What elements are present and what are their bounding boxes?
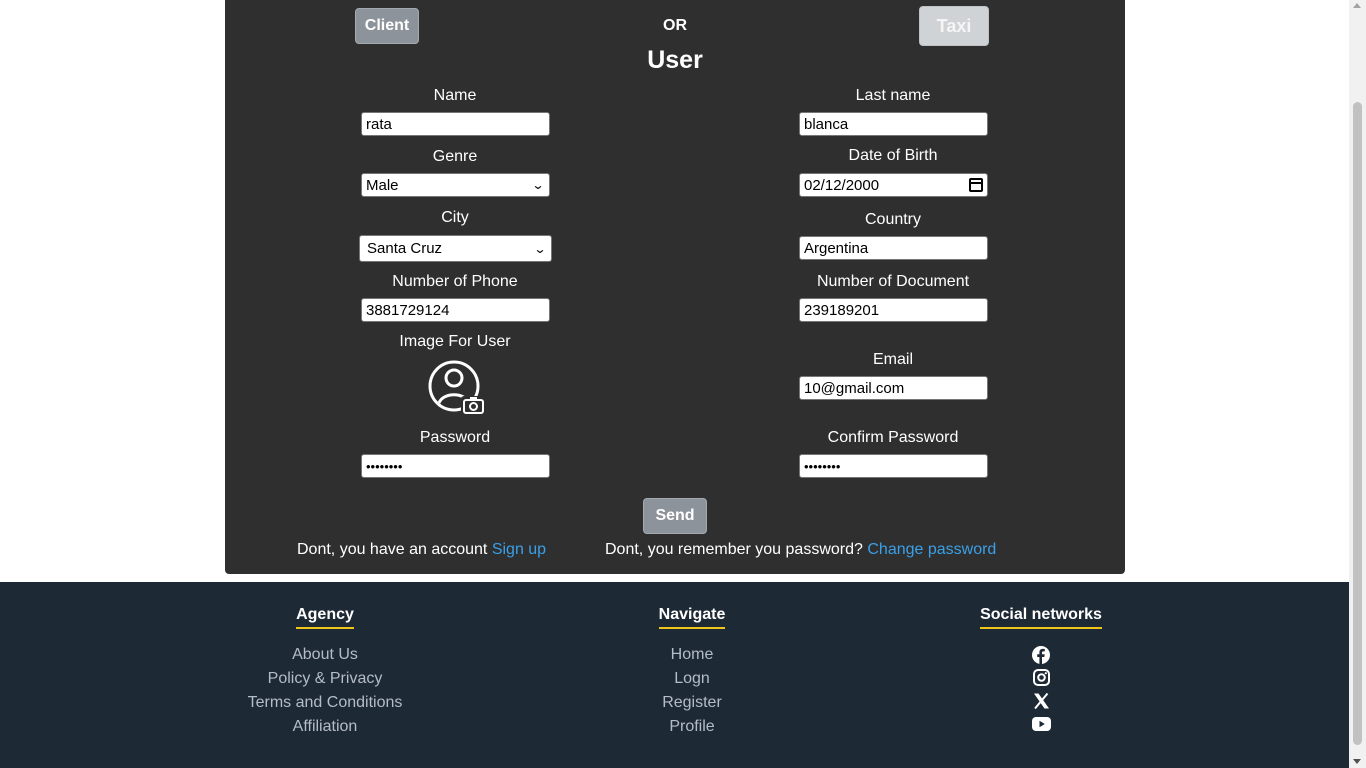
footer-link-about[interactable]: About Us xyxy=(195,643,455,667)
country-label: Country xyxy=(864,211,922,228)
name-value: rata xyxy=(366,115,392,133)
form-title: User xyxy=(647,46,703,74)
document-label: Number of Document xyxy=(816,273,970,290)
footer-navigate: Navigate Home Logn Register Profile xyxy=(562,606,822,739)
dob-input[interactable]: 02/12/2000 xyxy=(799,173,988,197)
x-icon[interactable] xyxy=(911,689,1171,712)
page: Client OR Taxi User Name rata Last name … xyxy=(0,0,1349,768)
document-value: 239189201 xyxy=(804,301,880,319)
facebook-icon[interactable] xyxy=(911,643,1171,666)
confirm-password-input[interactable]: •••••••• xyxy=(799,454,988,478)
scroll-up-icon[interactable] xyxy=(1353,3,1361,8)
image-label: Image For User xyxy=(399,333,511,350)
send-button[interactable]: Send xyxy=(643,498,707,534)
phone-label: Number of Phone xyxy=(392,273,518,290)
footer-agency-title: Agency xyxy=(296,606,354,629)
genre-value: Male xyxy=(366,176,399,194)
email-value: 10@gmail.com xyxy=(804,379,905,397)
name-input[interactable]: rata xyxy=(361,112,550,136)
last-name-input[interactable]: blanca xyxy=(799,112,988,136)
chevron-down-icon: ⌄ xyxy=(533,241,547,256)
footer-link-affiliation[interactable]: Affiliation xyxy=(195,715,455,739)
scrollbar[interactable] xyxy=(1349,0,1366,768)
city-label: City xyxy=(441,209,469,226)
scrollbar-thumb[interactable] xyxy=(1353,102,1362,745)
footer-link-profile[interactable]: Profile xyxy=(562,715,822,739)
dob-label: Date of Birth xyxy=(848,147,938,164)
footer: Agency About Us Policy & Privacy Terms a… xyxy=(0,582,1349,768)
register-card: Client OR Taxi User Name rata Last name … xyxy=(225,0,1125,574)
confirm-password-value: •••••••• xyxy=(804,458,841,474)
dob-value: 02/12/2000 xyxy=(804,176,880,194)
footer-social-title: Social networks xyxy=(980,606,1102,629)
youtube-icon[interactable] xyxy=(911,712,1171,735)
scroll-down-icon[interactable] xyxy=(1353,759,1361,764)
password-label: Password xyxy=(419,429,491,446)
last-name-label: Last name xyxy=(855,87,931,104)
footer-link-register[interactable]: Register xyxy=(562,691,822,715)
instagram-icon[interactable] xyxy=(911,666,1171,689)
calendar-icon[interactable] xyxy=(969,178,983,192)
name-label: Name xyxy=(433,87,477,104)
document-input[interactable]: 239189201 xyxy=(799,298,988,322)
country-input[interactable]: Argentina xyxy=(799,236,988,260)
phone-input[interactable]: 3881729124 xyxy=(361,298,550,322)
signup-link[interactable]: Sign up xyxy=(492,541,546,558)
email-label: Email xyxy=(872,351,913,368)
change-password-link[interactable]: Change password xyxy=(867,541,996,558)
signup-prompt: Dont, you have an account Sign up xyxy=(297,541,546,559)
footer-link-policy[interactable]: Policy & Privacy xyxy=(195,667,455,691)
signup-text: Dont, you have an account xyxy=(297,541,488,558)
confirm-password-label: Confirm Password xyxy=(827,429,959,446)
forgot-text: Dont, you remember you password? xyxy=(605,541,863,558)
phone-value: 3881729124 xyxy=(366,301,450,319)
footer-link-login[interactable]: Logn xyxy=(562,667,822,691)
forgot-prompt: Dont, you remember you password? Change … xyxy=(605,541,996,559)
footer-agency: Agency About Us Policy & Privacy Terms a… xyxy=(195,606,455,739)
last-name-value: blanca xyxy=(804,115,849,133)
email-input[interactable]: 10@gmail.com xyxy=(799,376,988,400)
password-input[interactable]: •••••••• xyxy=(361,454,550,478)
genre-select[interactable]: Male ⌄ xyxy=(361,173,550,197)
password-value: •••••••• xyxy=(366,458,403,474)
footer-link-home[interactable]: Home xyxy=(562,643,822,667)
taxi-button[interactable]: Taxi xyxy=(919,6,989,46)
chevron-down-icon: ⌄ xyxy=(531,178,545,192)
footer-navigate-title: Navigate xyxy=(658,606,726,629)
country-value: Argentina xyxy=(804,239,869,257)
user-camera-icon[interactable] xyxy=(427,358,487,416)
city-select[interactable]: Santa Cruz ⌄ xyxy=(359,235,552,262)
or-label: OR xyxy=(663,17,687,34)
footer-social: Social networks xyxy=(911,606,1171,735)
footer-link-terms[interactable]: Terms and Conditions xyxy=(195,691,455,715)
genre-label: Genre xyxy=(432,148,478,165)
city-value: Santa Cruz xyxy=(367,240,443,257)
